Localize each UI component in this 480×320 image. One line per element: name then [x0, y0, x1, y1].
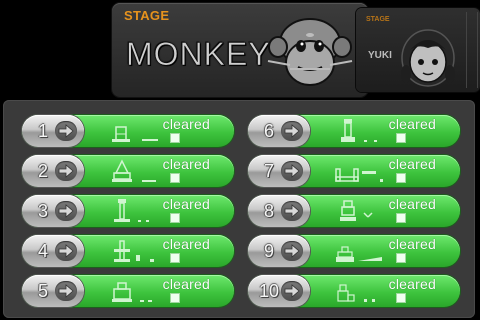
- cleared-checkbox: [396, 133, 406, 143]
- stage-row-1[interactable]: 1 cleared: [22, 115, 234, 147]
- monkey-face-icon: [267, 18, 353, 86]
- cleared-checkbox: [396, 253, 406, 263]
- cleared-status: cleared: [162, 116, 210, 132]
- next-stage-card[interactable]: STAGE YUKI: [356, 8, 480, 92]
- cleared-status: cleared: [388, 196, 436, 212]
- cleared-status: cleared: [162, 156, 210, 172]
- stage-row-9[interactable]: 9 cleared: [248, 235, 460, 267]
- cleared-checkbox: [170, 253, 180, 263]
- stage-row-8[interactable]: 8 cleared: [248, 195, 460, 227]
- current-stage-card: STAGE MONKEY: [112, 3, 368, 97]
- next-stage-tag: STAGE: [366, 16, 390, 23]
- cleared-status: cleared: [388, 236, 436, 252]
- cleared-checkbox: [396, 213, 406, 223]
- stage-list-panel: 1 cleared 2 cleared 3 cleared 4 cleared: [3, 100, 475, 318]
- cleared-checkbox: [396, 293, 406, 303]
- cleared-status: cleared: [162, 236, 210, 252]
- cleared-status: cleared: [388, 116, 436, 132]
- girl-face-icon: [401, 29, 455, 87]
- cleared-checkbox: [170, 293, 180, 303]
- cleared-checkbox: [170, 173, 180, 183]
- stage-row-4[interactable]: 4 cleared: [22, 235, 234, 267]
- cleared-checkbox: [396, 173, 406, 183]
- stage-row-3[interactable]: 3 cleared: [22, 195, 234, 227]
- cleared-checkbox: [170, 213, 180, 223]
- stage-row-5[interactable]: 5 cleared: [22, 275, 234, 307]
- cleared-status: cleared: [388, 276, 436, 292]
- stage-row-6[interactable]: 6 cleared: [248, 115, 460, 147]
- card-stack-edge: [466, 12, 478, 88]
- stage-row-10[interactable]: 10 cleared: [248, 275, 460, 307]
- cleared-status: cleared: [162, 196, 210, 212]
- cleared-checkbox: [170, 133, 180, 143]
- cleared-status: cleared: [388, 156, 436, 172]
- stage-name: MONKEY: [126, 36, 271, 73]
- cleared-status: cleared: [162, 276, 210, 292]
- stage-row-7[interactable]: 7 cleared: [248, 155, 460, 187]
- stage-label: STAGE: [124, 8, 170, 23]
- next-stage-name: YUKI: [368, 50, 392, 61]
- stage-row-2[interactable]: 2 cleared: [22, 155, 234, 187]
